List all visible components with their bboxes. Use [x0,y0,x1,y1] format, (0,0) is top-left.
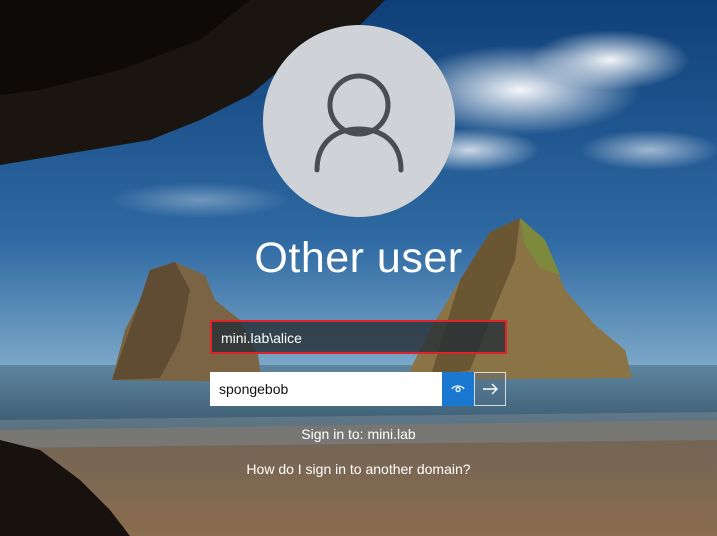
sign-in-domain-text: Sign in to: mini.lab [301,426,416,442]
password-field[interactable]: spongebob [210,372,442,406]
arrow-right-icon [483,383,498,395]
password-value: spongebob [219,381,289,397]
user-avatar [263,25,455,217]
user-title: Other user [254,234,463,282]
user-silhouette-icon [314,73,404,173]
username-value: mini.lab\alice [221,330,302,346]
submit-button[interactable] [474,372,506,406]
username-field[interactable]: mini.lab\alice [210,320,507,354]
reveal-password-button[interactable] [442,372,474,406]
other-domain-help-link[interactable]: How do I sign in to another domain? [0,461,717,477]
eye-icon [451,385,465,393]
